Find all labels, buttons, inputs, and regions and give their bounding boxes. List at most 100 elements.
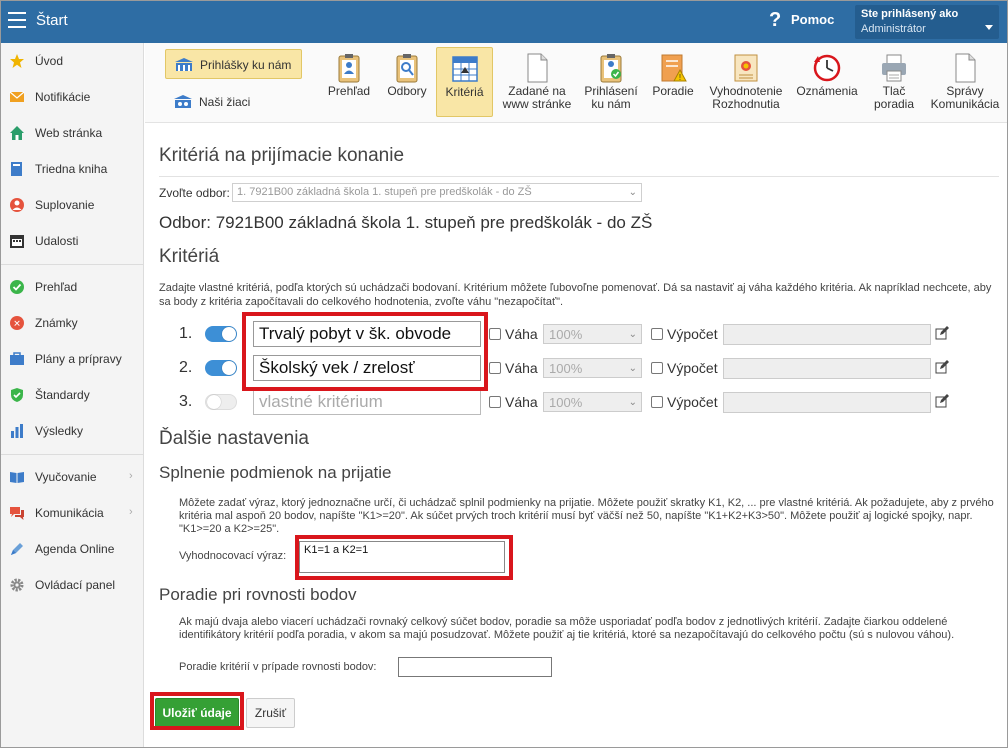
dalsie-heading: Ďalšie nastavenia <box>159 428 309 449</box>
weight-select-2[interactable]: 100% ⌄ <box>543 358 642 378</box>
sidebar-item-label: Agenda Online <box>35 542 115 556</box>
chevron-right-icon: › <box>129 470 133 482</box>
vypocet-checkbox-3[interactable] <box>651 396 663 408</box>
bar-chart-icon <box>11 424 23 438</box>
weight-select-1[interactable]: 100% ⌄ <box>543 324 642 344</box>
tool-prehlad[interactable]: Prehľad <box>323 47 375 117</box>
sidebar-item-agenda-online[interactable]: Agenda Online <box>1 531 144 567</box>
cancel-button[interactable]: Zrušiť <box>246 698 295 728</box>
edit-icon[interactable] <box>935 326 949 340</box>
check-circle-icon <box>10 280 24 294</box>
highlight-criteria-box <box>242 312 488 391</box>
poradie-input[interactable] <box>398 657 552 677</box>
group-nasi-ziaci-button[interactable]: Naši žiaci <box>165 87 302 117</box>
vaha-label: Váha <box>505 394 538 410</box>
vyhodnocovaci-label: Vyhodnocovací výraz: <box>179 550 287 562</box>
group-prihlasky-button[interactable]: Prihlášky ku nám <box>165 49 302 79</box>
highlight-expression-box <box>295 535 513 580</box>
home-icon <box>10 126 24 140</box>
kriteria-heading: Kritériá <box>159 246 220 267</box>
vaha-checkbox-3[interactable] <box>489 396 501 408</box>
sidebar-item-standardy[interactable]: Štandardy <box>1 377 144 413</box>
main-content: Kritériá na prijímacie konanie Zvoľte od… <box>145 123 1007 747</box>
sidebar: Úvod Notifikácie Web stránka Triedna kni… <box>1 43 144 747</box>
sidebar-item-ovladaci-panel[interactable]: Ovládací panel <box>1 567 144 603</box>
tool-zadane-na-www[interactable]: Zadané na www stránke <box>499 47 575 117</box>
tool-tlac-poradia[interactable]: Tlač poradia <box>869 47 919 117</box>
weight-select-value: 100% <box>549 361 583 376</box>
vaha-label: Váha <box>505 326 538 342</box>
criterion-row-3: 3. vlastné kritérium Váha 100% ⌄ Výpočet <box>145 389 1007 415</box>
clipboard-check-icon <box>600 54 622 83</box>
certificate-icon <box>734 54 758 82</box>
tool-vyhodnotenie-label-2: Rozhodnutia <box>712 97 780 111</box>
book-icon <box>11 162 22 176</box>
criterion-toggle-1[interactable] <box>205 326 237 342</box>
document-icon <box>527 53 548 83</box>
app-title[interactable]: Štart <box>36 12 68 29</box>
tool-spravy-komunikacia[interactable]: Správy Komunikácia <box>927 47 1003 117</box>
user-menu[interactable]: Ste prihlásený ako Administrátor <box>855 5 999 39</box>
vaha-checkbox-2[interactable] <box>489 362 501 374</box>
vypocet-input-3[interactable] <box>723 392 931 413</box>
vypocet-checkbox-2[interactable] <box>651 362 663 374</box>
sidebar-item-label: Triedna kniha <box>35 162 108 176</box>
splnenie-heading: Splnenie podmienok na prijatie <box>159 463 392 482</box>
edit-icon[interactable] <box>935 394 949 408</box>
sidebar-item-znamky[interactable]: ✕ Známky <box>1 305 144 341</box>
criterion-number: 3. <box>179 393 193 410</box>
user-role: Administrátor <box>861 23 926 35</box>
svg-text:!: ! <box>679 73 681 82</box>
sidebar-item-label: Úvod <box>35 54 64 68</box>
sidebar-item-komunikacia[interactable]: Komunikácia › <box>1 495 144 531</box>
sidebar-item-suplovanie[interactable]: Suplovanie <box>1 187 144 223</box>
sidebar-item-prehlad[interactable]: Prehľad <box>1 269 144 305</box>
sidebar-item-vysledky[interactable]: Výsledky <box>1 413 144 449</box>
help-icon[interactable]: ? <box>769 9 781 32</box>
hamburger-menu-icon[interactable] <box>8 12 26 28</box>
odbor-select[interactable]: 1. 7921B00 základná škola 1. stupeň pre … <box>232 183 642 202</box>
clipboard-person-icon <box>338 54 360 83</box>
sidebar-item-notifikacie[interactable]: Notifikácie <box>1 79 144 115</box>
group-nasi-ziaci-label: Naši žiaci <box>199 95 251 109</box>
tool-oznamenia-label: Oznámenia <box>796 84 858 98</box>
page-title: Kritériá na prijímacie konanie <box>159 145 405 166</box>
chevron-down-icon <box>985 25 993 30</box>
tool-prihlaseni[interactable]: Prihlásení ku nám <box>581 47 641 117</box>
grade-icon: ✕ <box>10 316 24 330</box>
tool-odbory[interactable]: Odbory <box>381 47 433 117</box>
criterion-toggle-2[interactable] <box>205 360 237 376</box>
criterion-toggle-3[interactable] <box>205 394 237 410</box>
star-icon <box>10 54 24 68</box>
sidebar-item-web-stranka[interactable]: Web stránka <box>1 115 144 151</box>
poradie-heading: Poradie pri rovnosti bodov <box>159 585 357 604</box>
sidebar-item-vyucovanie[interactable]: Vyučovanie › <box>1 459 144 495</box>
tool-odbory-label: Odbory <box>387 84 427 98</box>
sidebar-divider <box>1 264 144 265</box>
table-icon <box>451 56 478 82</box>
kriteria-description: Zadajte vlastné kritériá, podľa ktorých … <box>159 282 992 308</box>
svg-text:✕: ✕ <box>13 319 21 329</box>
tool-poradie[interactable]: ! Poradie <box>647 47 699 117</box>
tool-vyhodnotenie[interactable]: Vyhodnotenie Rozhodnutia <box>705 47 787 117</box>
vypocet-checkbox-1[interactable] <box>651 328 663 340</box>
clock-icon <box>813 54 841 82</box>
vypocet-input-2[interactable] <box>723 358 931 379</box>
sidebar-item-triedna-kniha[interactable]: Triedna kniha <box>1 151 144 187</box>
sidebar-item-plany[interactable]: Plány a prípravy <box>1 341 144 377</box>
criterion-name-input-3[interactable]: vlastné kritérium <box>253 389 481 415</box>
weight-select-3[interactable]: 100% ⌄ <box>543 392 642 412</box>
edit-icon[interactable] <box>935 360 949 374</box>
sidebar-item-label: Suplovanie <box>35 198 95 212</box>
tool-oznamenia[interactable]: Oznámenia <box>791 47 863 117</box>
clipboard-search-icon <box>396 54 418 83</box>
sidebar-item-udalosti[interactable]: Udalosti <box>1 223 144 259</box>
vaha-label: Váha <box>505 360 538 376</box>
tool-kriteria[interactable]: Kritériá <box>436 47 493 117</box>
sidebar-item-uvod[interactable]: Úvod <box>1 43 144 79</box>
school-icon <box>175 58 193 71</box>
help-link[interactable]: Pomoc <box>791 12 834 27</box>
user-login-caption: Ste prihlásený ako <box>861 8 959 20</box>
vypocet-input-1[interactable] <box>723 324 931 345</box>
vaha-checkbox-1[interactable] <box>489 328 501 340</box>
